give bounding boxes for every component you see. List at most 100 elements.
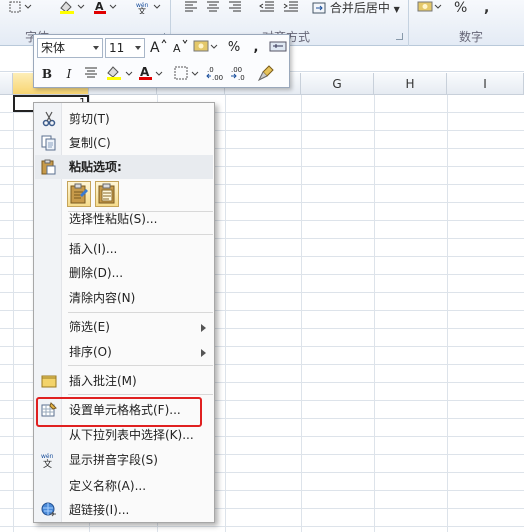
column-line	[374, 95, 375, 532]
menu-item-insert-comment[interactable]: 插入批注(M)	[35, 369, 213, 393]
menu-separator	[68, 234, 213, 235]
svg-text:.00: .00	[212, 74, 223, 82]
phonetic-icon: wén 文	[41, 452, 57, 470]
percent-style-button[interactable]: %	[224, 38, 244, 58]
svg-text:.0: .0	[207, 66, 214, 74]
menu-item-delete[interactable]: 删除(D)...	[35, 261, 213, 285]
borders-button[interactable]	[8, 0, 36, 18]
menu-item-label: 剪切(T)	[69, 112, 110, 126]
chevron-down-icon[interactable]	[93, 46, 99, 50]
phonetic-guide-button[interactable]: wén 文	[135, 0, 161, 18]
font-name-combo[interactable]: 宋体	[37, 38, 103, 58]
column-line	[301, 95, 302, 532]
column-header-h[interactable]: H	[374, 73, 447, 95]
column-header-i[interactable]: I	[447, 73, 524, 95]
column-line	[225, 95, 226, 532]
fill-color-button[interactable]	[58, 0, 86, 18]
paste-option-values[interactable]	[95, 181, 119, 207]
menu-item-label: 显示拼音字段(S)	[69, 453, 158, 467]
format-painter-brush-button[interactable]	[256, 64, 276, 84]
ribbon-separator	[408, 0, 409, 46]
chevron-down-icon: ▼	[393, 5, 400, 14]
grow-font-button[interactable]: A	[148, 38, 168, 58]
svg-text:文: 文	[138, 6, 146, 14]
accounting-format-button[interactable]	[192, 38, 218, 58]
increase-decimal-button[interactable]: .0.00	[206, 64, 228, 84]
menu-separator	[68, 365, 213, 366]
menu-separator	[68, 312, 213, 313]
column-header-partial[interactable]	[0, 73, 13, 95]
format-cells-highlight-box	[36, 397, 202, 427]
fill-color-button[interactable]	[104, 64, 134, 84]
menu-item-show-phonetic[interactable]: wén 文 显示拼音字段(S)	[35, 448, 213, 472]
clipboard-icon	[40, 159, 56, 175]
decrease-indent-button[interactable]	[259, 0, 277, 18]
column-letter: G	[332, 77, 342, 91]
menu-item-sort[interactable]: 排序(O)	[35, 340, 213, 364]
submenu-arrow-icon	[201, 324, 206, 332]
chevron-down-icon[interactable]	[135, 46, 141, 50]
column-line	[447, 95, 448, 532]
comment-icon	[41, 373, 57, 389]
font-size-combo[interactable]: 11	[105, 38, 145, 58]
menu-item-label: 插入批注(M)	[69, 374, 137, 388]
context-menu: 剪切(T) 复制(C) 粘贴选项: 选择性粘贴(S)... 插入(I)... 删…	[33, 102, 215, 523]
svg-text:.0: .0	[238, 74, 245, 82]
dialog-launcher-icon[interactable]	[396, 33, 403, 40]
align-right-button[interactable]	[228, 0, 244, 18]
menu-item-label: 筛选(E)	[69, 320, 110, 334]
submenu-arrow-icon	[201, 349, 206, 357]
shrink-font-button[interactable]: A	[170, 38, 190, 58]
font-name-value: 宋体	[41, 41, 66, 55]
column-line	[13, 95, 14, 532]
menu-item-clear-contents[interactable]: 清除内容(N)	[35, 286, 213, 310]
menu-item-copy[interactable]: 复制(C)	[35, 131, 213, 155]
svg-text:文: 文	[43, 458, 52, 468]
menu-item-paste-special[interactable]: 选择性粘贴(S)...	[35, 207, 213, 231]
align-center-button[interactable]	[81, 64, 101, 84]
svg-text:A: A	[150, 40, 160, 54]
decrease-decimal-button[interactable]: .00.0	[230, 64, 252, 84]
align-left-button[interactable]	[184, 0, 200, 18]
comma-style-button[interactable]: ,	[246, 38, 266, 58]
comma-style-button[interactable]: ,	[484, 0, 494, 18]
paste-option-default[interactable]	[67, 181, 91, 207]
font-size-value: 11	[109, 41, 125, 55]
menu-item-label: 超链接(I)...	[69, 503, 130, 517]
menu-item-label: 清除内容(N)	[69, 291, 136, 305]
font-color-button[interactable]: A	[136, 64, 166, 84]
italic-button[interactable]: I	[59, 64, 79, 84]
svg-text:wén: wén	[41, 453, 54, 460]
menu-separator	[68, 394, 213, 395]
svg-text:A: A	[140, 65, 150, 79]
menu-item-label: 排序(O)	[69, 345, 112, 359]
mini-toolbar: 宋体 11 A A % , B I A .0 .00 .00 .0	[33, 34, 290, 88]
menu-item-label: 从下拉列表中选择(K)...	[69, 428, 194, 442]
merge-center-button[interactable]: 合并后居中 ▼	[312, 0, 412, 18]
svg-text:A: A	[173, 42, 181, 54]
row-line	[0, 526, 524, 527]
column-letter: H	[405, 77, 415, 91]
menu-item-cut[interactable]: 剪切(T)	[35, 107, 213, 131]
copy-icon	[41, 135, 57, 151]
column-letter: I	[483, 77, 487, 91]
font-color-button[interactable]: A	[92, 0, 120, 18]
paste-options-heading: 粘贴选项:	[35, 155, 213, 179]
percent-style-button[interactable]: %	[454, 0, 468, 18]
format-painter-button[interactable]	[268, 38, 288, 58]
accounting-format-button[interactable]	[416, 0, 444, 18]
menu-item-define-name[interactable]: 定义名称(A)...	[35, 474, 213, 498]
excel-window: A wén文 合并后居中 ▼ % , 字体	[0, 0, 524, 532]
menu-item-filter[interactable]: 筛选(E)	[35, 315, 213, 339]
bold-button[interactable]: B	[37, 64, 57, 84]
menu-item-insert[interactable]: 插入(I)...	[35, 237, 213, 261]
globe-link-icon	[41, 502, 57, 518]
align-center-button[interactable]	[206, 0, 222, 18]
merge-center-label: 合并后居中	[329, 1, 390, 15]
menu-item-hyperlink[interactable]: 超链接(I)...	[35, 498, 213, 522]
column-header-g[interactable]: G	[301, 73, 374, 95]
menu-item-label: 定义名称(A)...	[69, 479, 147, 493]
borders-button[interactable]	[172, 64, 202, 84]
svg-text:.00: .00	[231, 66, 242, 74]
increase-indent-button[interactable]	[283, 0, 301, 18]
